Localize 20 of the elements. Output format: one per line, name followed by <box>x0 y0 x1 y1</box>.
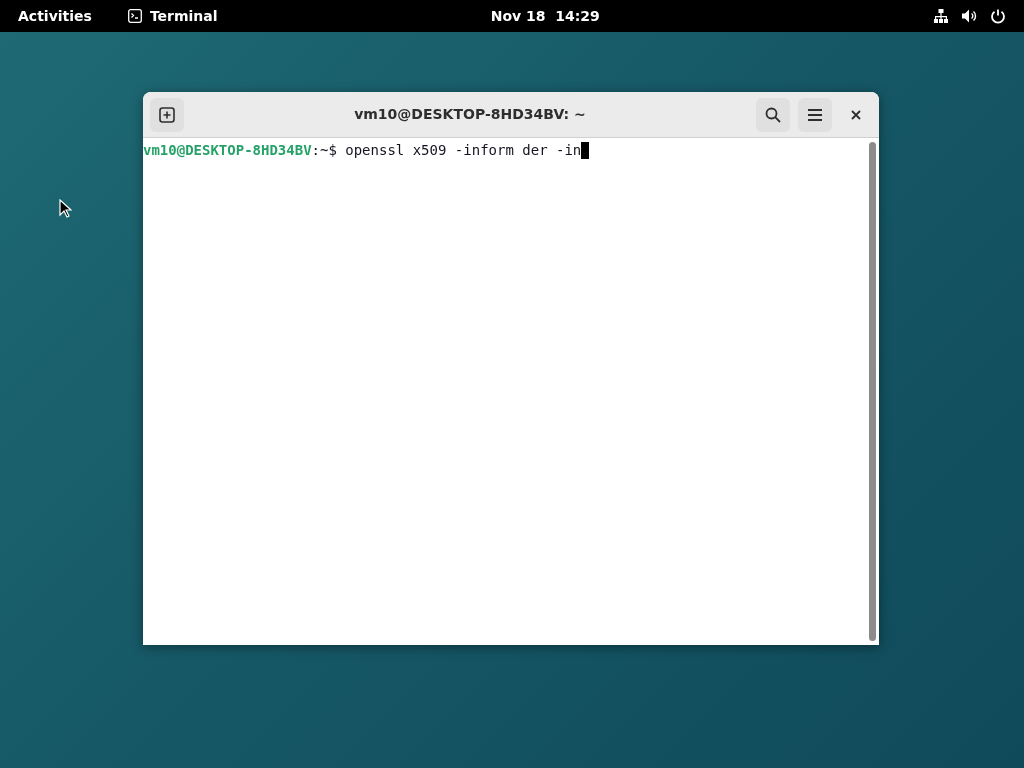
text-cursor <box>581 142 590 159</box>
prompt-path: :~$ <box>311 142 337 159</box>
close-icon <box>851 109 861 120</box>
search-button[interactable] <box>756 97 790 132</box>
terminal-icon <box>127 9 142 23</box>
window-title: vm10@DESKTOP-8HD34BV: ~ <box>354 105 586 124</box>
power-icon[interactable] <box>990 8 1006 24</box>
volume-icon[interactable] <box>961 8 978 24</box>
mouse-pointer-icon <box>59 199 72 218</box>
app-menu[interactable]: Terminal <box>127 5 218 27</box>
new-tab-button[interactable] <box>150 97 184 132</box>
command-text: openssl x509 -inform der -in <box>345 142 582 159</box>
menu-icon <box>807 107 823 122</box>
plus-icon <box>159 106 175 123</box>
menu-button[interactable] <box>798 97 832 132</box>
search-icon <box>765 106 781 123</box>
prompt-user: vm10@DESKTOP-8HD34BV <box>143 142 312 159</box>
clock[interactable]: Nov 18 14:29 <box>490 5 600 27</box>
activities-button[interactable]: Activities <box>18 5 92 27</box>
network-icon[interactable] <box>933 8 949 24</box>
